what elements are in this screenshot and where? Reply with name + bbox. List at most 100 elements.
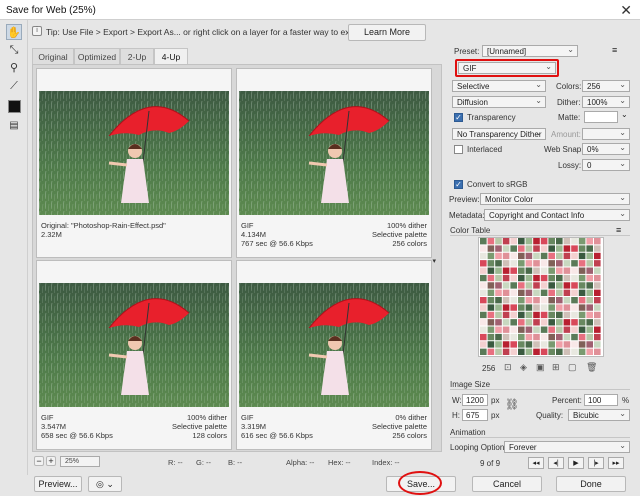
web-shift-icon[interactable]: ◈: [520, 362, 527, 373]
color-swatch[interactable]: [571, 319, 578, 326]
color-swatch[interactable]: [518, 319, 525, 326]
dither-algorithm-select[interactable]: Diffusion: [452, 96, 546, 108]
color-swatch[interactable]: [510, 267, 517, 274]
color-swatch[interactable]: [540, 333, 548, 341]
color-swatch[interactable]: [578, 238, 586, 245]
color-swatch[interactable]: [594, 274, 601, 282]
color-swatch[interactable]: [540, 319, 548, 326]
color-swatch[interactable]: [578, 260, 586, 267]
looping-select[interactable]: Forever: [504, 441, 630, 453]
color-swatch[interactable]: [578, 252, 586, 260]
color-swatch[interactable]: [518, 333, 525, 341]
color-swatch[interactable]: [495, 267, 502, 274]
zoom-out-button[interactable]: −: [34, 456, 44, 466]
color-swatch[interactable]: [502, 311, 510, 319]
color-swatch[interactable]: [563, 326, 571, 333]
color-swatch[interactable]: [563, 311, 571, 319]
web-snap-input[interactable]: 0%: [582, 143, 630, 155]
color-swatch[interactable]: [480, 348, 487, 355]
color-swatch[interactable]: [502, 304, 510, 311]
color-swatch[interactable]: [563, 252, 571, 260]
done-button[interactable]: Done: [556, 476, 626, 492]
color-swatch[interactable]: [495, 282, 502, 289]
color-swatch[interactable]: [556, 289, 563, 296]
color-swatch[interactable]: [502, 348, 510, 355]
color-swatch[interactable]: [495, 333, 502, 341]
color-swatch[interactable]: [556, 333, 563, 341]
last-frame-icon[interactable]: ▸▸: [608, 457, 624, 469]
preview-pane-original[interactable]: Original: "Photoshop-Rain-Effect.psd" 2.…: [36, 68, 232, 258]
color-swatch[interactable]: [480, 267, 487, 274]
color-swatch[interactable]: [480, 319, 487, 326]
color-swatch[interactable]: [510, 238, 517, 245]
color-swatch[interactable]: [510, 274, 517, 282]
color-swatch[interactable]: [563, 341, 571, 348]
browser-preview-icon[interactable]: ◎ ⌄: [88, 476, 122, 492]
color-swatch[interactable]: [578, 297, 586, 304]
color-swatch[interactable]: [480, 282, 487, 289]
color-swatch[interactable]: [502, 267, 510, 274]
color-swatch[interactable]: [540, 245, 548, 252]
color-swatch[interactable]: [571, 289, 578, 296]
first-frame-icon[interactable]: ◂◂: [528, 457, 544, 469]
tab-optimized[interactable]: Optimized: [74, 48, 120, 65]
color-swatch[interactable]: [563, 304, 571, 311]
color-swatch[interactable]: [540, 326, 548, 333]
color-swatch[interactable]: [533, 333, 540, 341]
color-swatch[interactable]: [525, 326, 533, 333]
color-swatch[interactable]: [586, 260, 593, 267]
color-swatch[interactable]: [480, 245, 487, 252]
tab-4-up[interactable]: 4-Up: [154, 48, 188, 65]
color-swatch[interactable]: [586, 348, 593, 355]
color-swatch[interactable]: [586, 304, 593, 311]
color-swatch[interactable]: [586, 326, 593, 333]
close-icon[interactable]: ✕: [620, 2, 632, 19]
color-table-menu-icon[interactable]: ≡: [616, 225, 621, 235]
play-icon[interactable]: ▶: [568, 457, 584, 469]
color-swatch[interactable]: [495, 260, 502, 267]
color-swatch[interactable]: [518, 267, 525, 274]
color-swatch[interactable]: [578, 326, 586, 333]
color-swatch[interactable]: [518, 260, 525, 267]
color-swatch[interactable]: [502, 297, 510, 304]
dither-amount-input[interactable]: 100%: [582, 96, 630, 108]
color-swatch[interactable]: [540, 267, 548, 274]
color-swatch[interactable]: [487, 252, 495, 260]
color-swatch[interactable]: [556, 260, 563, 267]
color-swatch[interactable]: [594, 282, 601, 289]
color-swatch[interactable]: [586, 341, 593, 348]
color-swatch[interactable]: [487, 333, 495, 341]
color-swatch[interactable]: [510, 245, 517, 252]
color-swatch[interactable]: [586, 289, 593, 296]
convert-srgb-checkbox[interactable]: ✓: [454, 180, 463, 189]
color-swatch[interactable]: [525, 252, 533, 260]
color-swatch[interactable]: [563, 289, 571, 296]
color-swatch[interactable]: [518, 245, 525, 252]
amount-input[interactable]: [582, 128, 630, 140]
color-swatch[interactable]: [518, 282, 525, 289]
color-swatch[interactable]: [578, 304, 586, 311]
color-swatch[interactable]: [480, 333, 487, 341]
color-swatch[interactable]: [563, 333, 571, 341]
color-swatch[interactable]: [525, 311, 533, 319]
color-swatch[interactable]: [548, 341, 555, 348]
color-swatch[interactable]: [586, 252, 593, 260]
color-swatch[interactable]: [495, 341, 502, 348]
pane-menu-icon[interactable]: ▾: [432, 257, 436, 266]
preset-select[interactable]: [Unnamed]: [482, 45, 578, 57]
matte-swatch[interactable]: [584, 111, 618, 123]
color-swatch[interactable]: [510, 252, 517, 260]
color-swatch[interactable]: [480, 341, 487, 348]
toggle-slices-icon[interactable]: ▤: [6, 118, 22, 134]
color-swatch[interactable]: [556, 319, 563, 326]
color-swatch[interactable]: [540, 304, 548, 311]
color-swatch[interactable]: [480, 311, 487, 319]
delete-color-icon[interactable]: 🗑: [586, 362, 597, 373]
percent-input[interactable]: 100: [584, 394, 618, 406]
color-swatch[interactable]: [586, 297, 593, 304]
color-swatch[interactable]: [518, 274, 525, 282]
color-swatch[interactable]: [525, 333, 533, 341]
color-swatch[interactable]: [548, 326, 555, 333]
color-swatch[interactable]: [594, 297, 601, 304]
color-swatch[interactable]: [525, 289, 533, 296]
